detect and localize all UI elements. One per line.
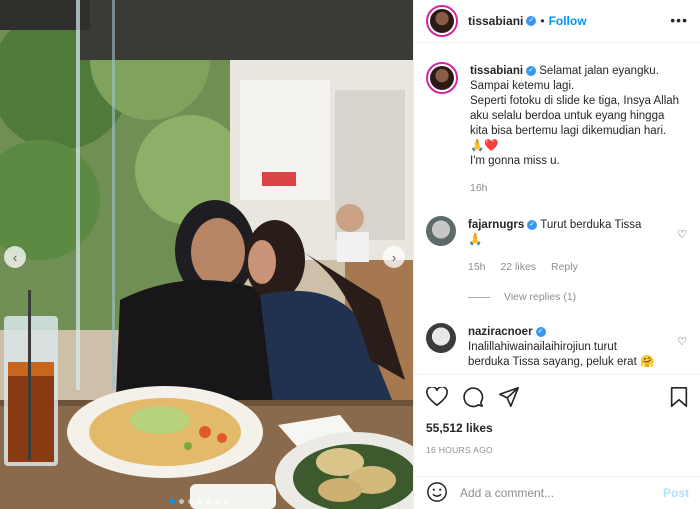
emoji-smiley-icon[interactable] [426,481,448,506]
caption-emoji: 🙏❤️ [470,140,499,152]
verified-badge-icon: ✓ [535,326,546,337]
commenter-avatar[interactable] [426,323,456,353]
carousel-dot [170,499,175,504]
caption-line: aku selalu berdoa untuk eyang hingga [470,110,665,122]
comment-item: fajarnugrs ✓ Turut berduka Tissa 🙏 15h 22… [426,216,689,275]
caption-line: I'm gonna miss u. [470,155,560,167]
carousel-dot [179,499,184,504]
add-comment-input[interactable]: Add a comment... [460,486,663,500]
caption-time: 16h [470,182,488,194]
author-avatar[interactable] [426,5,458,37]
comment-time[interactable]: 15h [468,261,486,273]
commenter-username[interactable]: fajarnugrs [468,219,524,231]
next-slide-button[interactable]: › [383,246,405,268]
comment-text: berduka Tissa sayang, peluk erat 🤗 [468,356,655,368]
carousel-dot [215,499,220,504]
follow-button[interactable]: Follow [549,14,587,28]
carousel-dot [224,499,229,504]
comment-text: Inalillahiwainailaihirojiun turut [468,341,617,353]
view-replies-button[interactable]: View replies (1) [468,291,689,303]
share-send-icon[interactable] [498,386,520,411]
caption: tissabiani ✓ Selamat jalan eyangku. Sampa… [426,62,689,196]
carousel-dot [197,499,202,504]
comment-likes[interactable]: 22 likes [500,261,536,273]
add-comment-bar: Add a comment... Post [414,476,700,509]
comments-list[interactable]: tissabiani ✓ Selamat jalan eyangku. Sampa… [414,44,700,374]
photo-illustration [0,0,413,509]
more-dots-icon[interactable]: ••• [670,12,688,28]
caption-line: Sampai ketemu lagi. [470,80,575,92]
carousel-indicator [170,499,229,504]
separator-dot: • [540,14,545,28]
chevron-left-icon: ‹ [12,249,18,265]
caption-line: Seperti fotoku di slide ke tiga, Insya A… [470,95,680,107]
view-replies-label: View replies (1) [504,291,577,303]
post-header: tissabiani ✓ • Follow ••• [414,0,700,43]
comment-bubble-icon[interactable] [462,386,484,411]
comment-emoji: 🙏 [468,234,483,246]
commenter-username[interactable]: naziracnoer [468,326,533,338]
chevron-right-icon: › [391,249,397,265]
action-icons [426,385,689,411]
commenter-avatar[interactable] [426,216,456,246]
replies-line-divider [468,296,490,298]
comment-text: Turut berduka Tissa [540,219,642,231]
verified-badge-icon: ✓ [527,219,538,230]
caption-avatar[interactable] [426,62,458,94]
carousel-dot [188,499,193,504]
comment-like-heart-icon[interactable]: ♡ [677,228,687,241]
verified-badge-icon: ✓ [526,65,537,76]
post-photo[interactable]: ‹ › [0,0,413,509]
caption-line: kita bisa bertemu lagi dikemudian hari. [470,125,667,137]
post-actions: 55,512 likes 16 HOURS AGO [414,374,700,455]
comment-like-heart-icon[interactable]: ♡ [677,335,687,348]
post-comment-button[interactable]: Post [663,486,689,500]
comment-item: naziracnoer ✓ Inalillahiwainailaihirojiun… [426,323,689,370]
like-heart-icon[interactable] [426,385,448,410]
post-side-panel: tissabiani ✓ • Follow ••• tissabiani ✓ Se… [413,0,700,509]
carousel-dot [206,499,211,504]
author-username[interactable]: tissabiani [468,14,523,28]
reply-button[interactable]: Reply [551,261,578,273]
comment-meta: 15h 22 likes Reply [468,260,641,275]
caption-line: Selamat jalan eyangku. [539,65,659,77]
previous-slide-button[interactable]: ‹ [4,246,26,268]
caption-username[interactable]: tissabiani [470,65,523,77]
verified-badge-icon: ✓ [526,16,537,26]
post-timestamp[interactable]: 16 HOURS AGO [426,445,689,455]
save-bookmark-icon[interactable] [669,386,689,411]
likes-count[interactable]: 55,512 likes [426,421,689,435]
